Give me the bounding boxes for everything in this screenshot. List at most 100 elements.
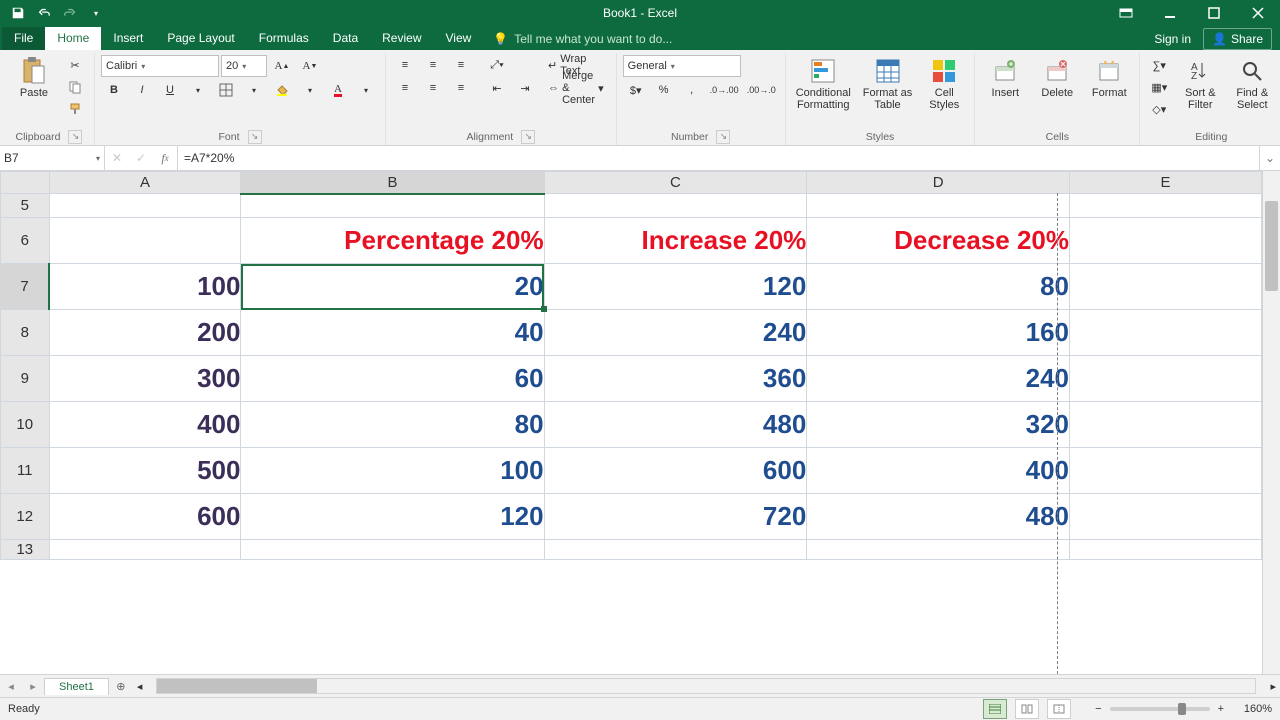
cell-styles-button[interactable]: Cell Styles [920,55,968,113]
cell[interactable] [49,218,241,264]
paste-button[interactable]: Paste [10,55,58,101]
tab-home[interactable]: Home [45,27,101,50]
row-header[interactable]: 7 [1,264,50,310]
align-bottom-button[interactable]: ≡ [448,55,474,75]
cell[interactable]: 60 [241,356,544,402]
font-name-combo[interactable]: Calibri▾ [101,55,219,77]
zoom-in-button[interactable]: + [1218,703,1224,715]
scrollbar-thumb[interactable] [157,679,317,693]
worksheet-grid[interactable]: A B C D E 5 6 Percentage 20% Increase 20… [0,171,1262,674]
format-painter-button[interactable] [62,99,88,119]
row-header[interactable]: 9 [1,356,50,402]
undo-icon[interactable] [32,2,56,24]
tell-me-search[interactable]: 💡 Tell me what you want to do... [483,28,682,50]
font-size-combo[interactable]: 20▾ [221,55,267,77]
increase-font-button[interactable]: A▲ [269,56,295,76]
number-format-combo[interactable]: General▾ [623,55,741,77]
zoom-level[interactable]: 160% [1232,703,1272,715]
align-center-button[interactable]: ≡ [420,78,446,98]
col-header-B[interactable]: B [241,172,544,194]
insert-cells-button[interactable]: Insert [981,55,1029,101]
cell[interactable]: 300 [49,356,241,402]
format-as-table-button[interactable]: Format as Table [859,55,917,113]
increase-indent-button[interactable]: ⇥ [512,78,538,98]
row-header[interactable]: 8 [1,310,50,356]
increase-decimal-button[interactable]: .0→.00 [707,80,742,100]
tab-insert[interactable]: Insert [101,27,155,50]
autosum-button[interactable]: ∑▾ [1146,55,1172,75]
align-left-button[interactable]: ≡ [392,78,418,98]
decrease-indent-button[interactable]: ⇤ [484,78,510,98]
align-top-button[interactable]: ≡ [392,55,418,75]
align-middle-button[interactable]: ≡ [420,55,446,75]
underline-button[interactable]: U [157,80,183,100]
cut-button[interactable]: ✂ [62,55,88,75]
conditional-formatting-button[interactable]: Conditional Formatting [792,55,855,113]
clear-button[interactable]: ◇▾ [1146,99,1172,119]
view-normal-button[interactable] [983,699,1007,719]
dialog-launcher-icon[interactable]: ↘ [521,130,535,144]
cell[interactable] [1070,494,1262,540]
font-color-button[interactable]: A [325,80,351,100]
row-header[interactable]: 6 [1,218,50,264]
cell[interactable]: 500 [49,448,241,494]
cell[interactable]: 400 [49,402,241,448]
cell[interactable] [1070,356,1262,402]
border-button[interactable] [213,80,239,100]
cell[interactable]: 360 [544,356,807,402]
orientation-button[interactable]: ⤢▾ [484,55,510,75]
row-header[interactable]: 10 [1,402,50,448]
cell[interactable] [1070,218,1262,264]
maximize-button[interactable] [1192,0,1236,26]
delete-cells-button[interactable]: Delete [1033,55,1081,101]
insert-function-button[interactable]: fx [153,151,177,166]
percent-format-button[interactable]: % [651,80,677,100]
tab-view[interactable]: View [434,27,484,50]
cell[interactable] [1070,448,1262,494]
tab-page-layout[interactable]: Page Layout [155,27,246,50]
row-header[interactable]: 5 [1,194,50,218]
col-header-E[interactable]: E [1070,172,1262,194]
dialog-launcher-icon[interactable]: ↘ [68,130,82,144]
cell[interactable]: 160 [807,310,1070,356]
cell[interactable]: 120 [241,494,544,540]
formula-input[interactable]: =A7*20% [178,146,1259,170]
cell[interactable]: 400 [807,448,1070,494]
minimize-button[interactable] [1148,0,1192,26]
cell[interactable]: 600 [49,494,241,540]
cell[interactable]: 100 [241,448,544,494]
cell[interactable]: 120 [544,264,807,310]
cell[interactable]: 480 [544,402,807,448]
cell[interactable]: 720 [544,494,807,540]
col-header-C[interactable]: C [544,172,807,194]
view-page-break-button[interactable] [1047,699,1071,719]
horizontal-scrollbar[interactable]: ◂ ▸ [133,678,1280,694]
name-box[interactable]: B7▾ [0,146,105,170]
fill-color-button[interactable] [269,80,295,100]
cell[interactable]: 200 [49,310,241,356]
ribbon-display-icon[interactable] [1104,0,1148,26]
merge-center-button[interactable]: ⇔ Merge & Center ▾ [542,78,610,98]
col-header-A[interactable]: A [49,172,241,194]
cell[interactable]: 40 [241,310,544,356]
cell[interactable]: 240 [544,310,807,356]
cell[interactable]: 320 [807,402,1070,448]
tab-formulas[interactable]: Formulas [247,27,321,50]
row-header[interactable]: 11 [1,448,50,494]
tab-scroll-right-icon[interactable]: ▸ [22,680,44,693]
tab-scroll-left-icon[interactable]: ◂ [0,680,22,693]
scroll-right-icon[interactable]: ▸ [1270,680,1276,693]
cell[interactable]: 480 [807,494,1070,540]
row-header[interactable]: 13 [1,540,50,560]
cell-selected[interactable]: 20 [241,264,544,310]
italic-button[interactable]: I [129,80,155,100]
cell[interactable]: 600 [544,448,807,494]
cell[interactable]: 240 [807,356,1070,402]
tab-review[interactable]: Review [370,27,433,50]
vertical-scrollbar[interactable] [1262,171,1280,674]
share-button[interactable]: 👤 Share [1203,28,1272,50]
cell[interactable] [1070,310,1262,356]
cell[interactable] [1070,264,1262,310]
cell[interactable]: Increase 20% [544,218,807,264]
cell[interactable]: Decrease 20% [807,218,1070,264]
